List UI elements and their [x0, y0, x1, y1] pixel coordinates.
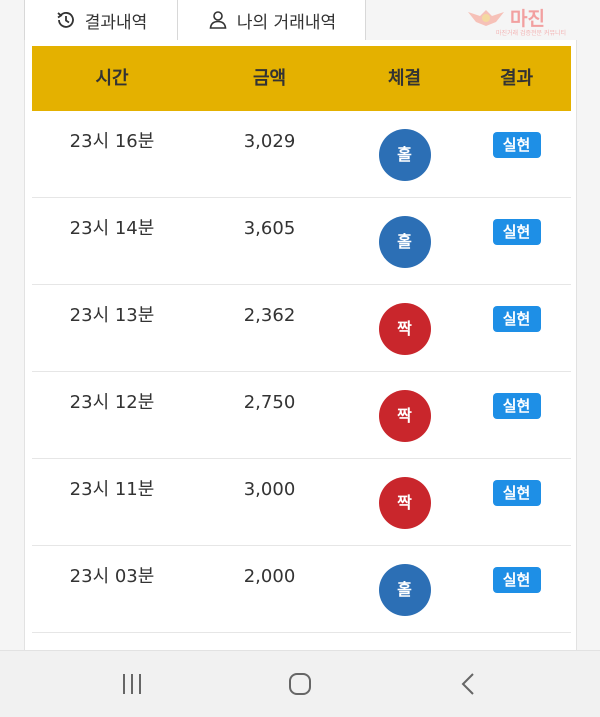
row-amount: 2,750 [243, 392, 296, 413]
row-amount: 3,029 [243, 131, 296, 152]
home-icon [289, 673, 311, 695]
recent-apps-icon [123, 674, 141, 694]
trade-ball-hol: 홀 [378, 564, 431, 616]
logo-emblem-icon [468, 10, 504, 26]
row-time: 23시 14분 [69, 218, 155, 239]
table-row: 23시 16분 3,029 홀 실현 [32, 111, 571, 198]
trade-table: 시간 금액 체결 결과 23시 16분 3,029 홀 실현 23시 14분 3… [24, 40, 577, 650]
trade-ball-hol: 홀 [378, 216, 431, 268]
logo: 마진 마진거래 검증전문 커뮤니티 [466, 4, 594, 37]
row-time: 23시 12분 [69, 392, 155, 413]
tab-bar: 결과내역 나의 거래내역 마진 마진거래 검증전문 커뮤니티 [0, 0, 600, 40]
header-trade: 체결 [387, 68, 422, 89]
trade-ball-jjak: 짝 [378, 477, 431, 529]
result-badge: 실현 [492, 306, 541, 332]
header-amount: 금액 [252, 68, 287, 89]
row-time: 23시 11분 [69, 479, 155, 500]
row-time: 23시 16분 [69, 131, 155, 152]
row-amount: 3,000 [243, 479, 296, 500]
result-badge: 실현 [492, 393, 541, 419]
result-badge: 실현 [492, 219, 541, 245]
header-time: 시간 [95, 68, 129, 89]
logo-text: 마진 [510, 9, 545, 30]
tab-results[interactable]: 결과내역 [24, 0, 178, 40]
back-icon [461, 673, 474, 695]
user-icon [207, 9, 229, 31]
table-header: 시간 금액 체결 결과 [32, 46, 571, 111]
table-row: 23시 03분 2,000 홀 실현 [32, 546, 571, 633]
row-time: 23시 13분 [69, 305, 155, 326]
row-amount: 2,000 [243, 566, 296, 587]
header-result: 결과 [499, 68, 534, 89]
history-icon [55, 9, 77, 31]
recent-apps-button[interactable] [114, 669, 150, 699]
result-badge: 실현 [492, 132, 541, 158]
row-time: 23시 03분 [69, 566, 155, 587]
tab-my-trades[interactable]: 나의 거래내역 [178, 0, 366, 40]
trade-ball-jjak: 짝 [378, 390, 431, 442]
logo-subtitle: 마진거래 검증전문 커뮤니티 [496, 30, 567, 37]
table-row: 23시 12분 2,750 짝 실현 [32, 372, 571, 459]
table-row: 23시 13분 2,362 짝 실현 [32, 285, 571, 372]
tab-my-trades-label: 나의 거래내역 [236, 12, 337, 33]
result-badge: 실현 [492, 480, 541, 506]
system-nav-bar [0, 650, 600, 717]
back-button[interactable] [450, 669, 486, 699]
row-amount: 2,362 [243, 305, 296, 326]
table-row: 23시 14분 3,605 홀 실현 [32, 198, 571, 285]
home-button[interactable] [282, 669, 318, 699]
trade-ball-jjak: 짝 [378, 303, 431, 355]
trade-ball-hol: 홀 [378, 129, 431, 181]
tab-results-label: 결과내역 [84, 12, 148, 33]
page: 결과내역 나의 거래내역 마진 마진거래 검증전문 커뮤니티 시간 금액 체결 [0, 0, 600, 717]
result-badge: 실현 [492, 567, 541, 593]
table-row: 23시 11분 3,000 짝 실현 [32, 459, 571, 546]
row-amount: 3,605 [243, 218, 296, 239]
